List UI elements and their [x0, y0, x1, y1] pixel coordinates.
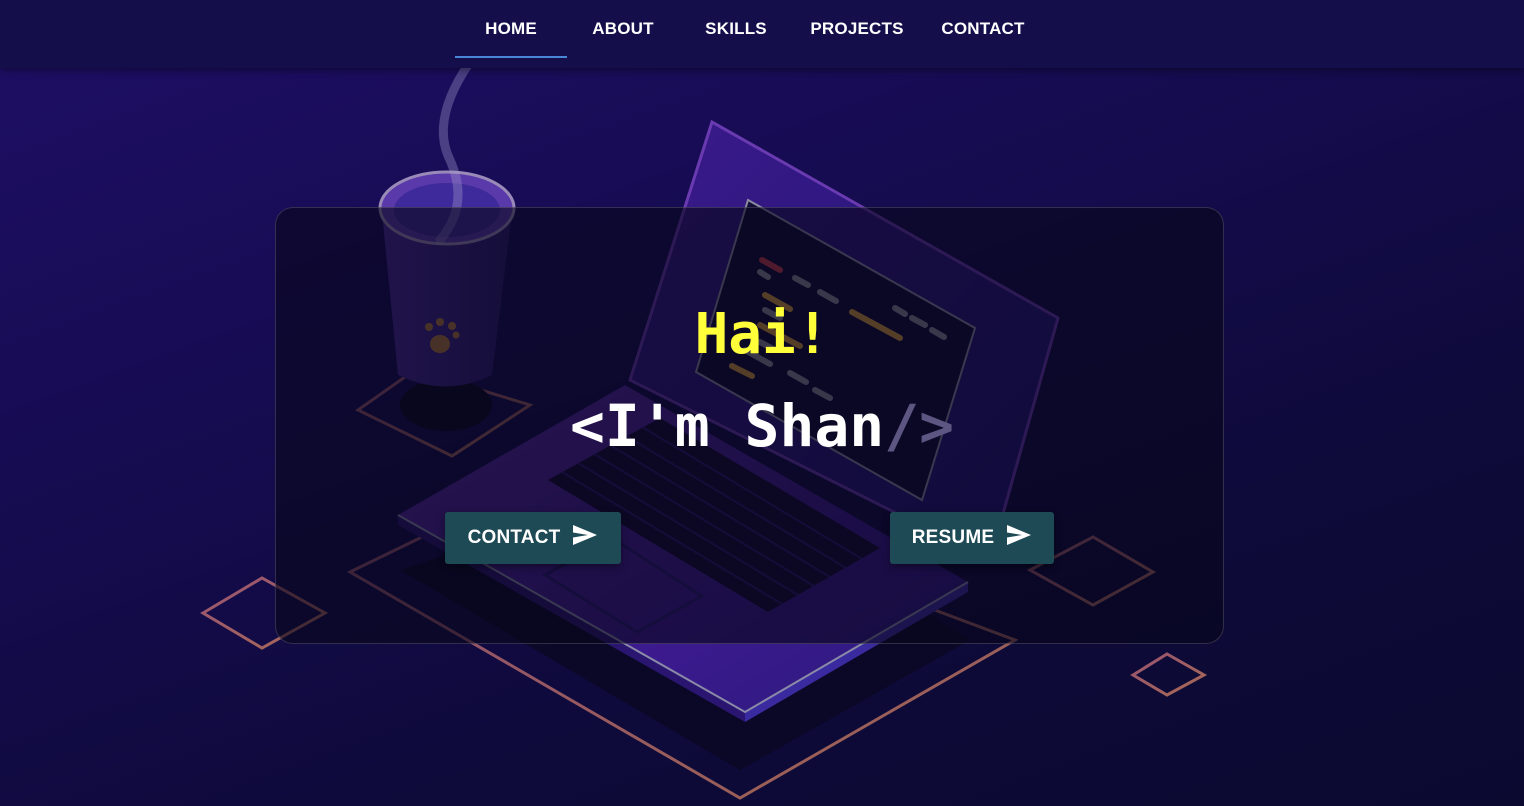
nav-item-projects[interactable]: PROJECTS [803, 0, 911, 58]
hero-name-closing-tag: /> [884, 392, 955, 460]
send-icon [1006, 524, 1032, 552]
top-navbar: HOME ABOUT SKILLS PROJECTS CONTACT [0, 0, 1524, 68]
contact-button[interactable]: CONTACT [445, 512, 621, 564]
hero-name-text: <I'm Shan [569, 392, 885, 460]
nav-item-contact[interactable]: CONTACT [930, 0, 1036, 58]
hero-name: <I'm Shan/> [0, 392, 1524, 460]
diamond-small [1130, 652, 1208, 697]
nav-item-about[interactable]: ABOUT [578, 0, 668, 58]
resume-button[interactable]: RESUME [890, 512, 1054, 564]
contact-button-label: CONTACT [467, 527, 561, 548]
nav-item-home[interactable]: HOME [455, 0, 567, 58]
nav-item-skills[interactable]: SKILLS [694, 0, 778, 58]
resume-button-label: RESUME [911, 527, 995, 548]
send-icon [572, 524, 598, 552]
hero-greeting: Hai! [694, 302, 830, 367]
